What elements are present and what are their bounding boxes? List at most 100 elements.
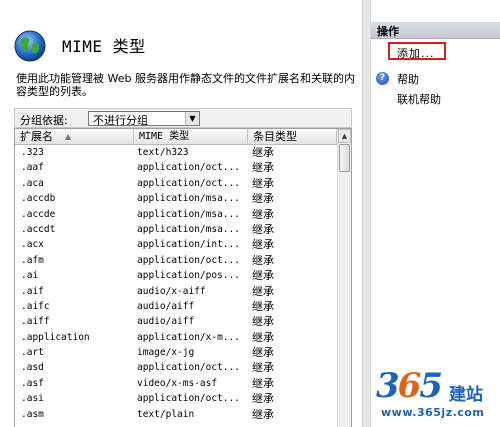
cell-mime-type: application/msa...	[137, 208, 240, 220]
table-row[interactable]: .acx application/int... 继承	[15, 237, 337, 252]
cell-mime-type: image/x-jg	[137, 347, 195, 359]
cell-extension: .asi	[21, 393, 44, 405]
column-header-entry-type[interactable]: 条目类型	[248, 129, 337, 144]
cell-extension: .accdb	[21, 193, 56, 205]
cell-entry-type: 继承	[252, 253, 274, 267]
cell-entry-type: 继承	[252, 407, 274, 421]
table-row[interactable]: .asm text/plain 继承	[15, 407, 337, 422]
actions-pane: 操作 添加... ? 帮助 联机帮助	[371, 0, 500, 427]
online-help-link[interactable]: 联机帮助	[397, 91, 441, 107]
cell-entry-type: 继承	[252, 161, 274, 175]
column-header-extension[interactable]: 扩展名 ▲	[15, 129, 134, 144]
cell-extension: .art	[21, 347, 44, 359]
features-pane: MIME 类型 使用此功能管理被 Web 服务器用作静态文件的文件扩展名和关联的…	[0, 0, 362, 427]
cell-mime-type: application/msa...	[137, 193, 240, 205]
column-header-mime-type[interactable]: MIME 类型	[134, 129, 248, 144]
cell-extension: .accde	[21, 208, 56, 220]
cell-extension: .aifc	[21, 300, 50, 312]
cell-extension: .323	[21, 147, 44, 158]
page-description: 使用此功能管理被 Web 服务器用作静态文件的文件扩展名和关联的内容类型的列表。	[16, 72, 355, 98]
cell-extension: .asm	[21, 408, 44, 420]
table-row[interactable]: .accdt application/msa... 继承	[15, 222, 337, 237]
cell-mime-type: application/x-m...	[137, 331, 240, 343]
cell-extension: .aif	[21, 285, 44, 297]
table-row[interactable]: .aif audio/x-aiff 继承	[15, 284, 337, 299]
cell-extension: .ai	[21, 270, 39, 282]
cell-mime-type: application/int...	[137, 239, 240, 251]
add-action-link[interactable]: 添加...	[388, 42, 446, 60]
cell-extension: .asd	[21, 362, 44, 374]
cell-entry-type: 继承	[252, 330, 274, 344]
cell-extension: .afm	[21, 254, 44, 266]
cell-mime-type: text/plain	[137, 408, 195, 420]
chevron-down-icon[interactable]: ▼	[185, 112, 199, 125]
table-row[interactable]: .aca application/oct... 继承	[15, 176, 337, 191]
vertical-scrollbar[interactable]: ▲	[337, 129, 351, 427]
cell-mime-type: application/oct...	[137, 254, 240, 266]
actions-header: 操作	[371, 22, 500, 39]
table-row[interactable]: .aifc audio/aiff 继承	[15, 299, 337, 314]
scrollbar-thumb[interactable]	[339, 144, 350, 172]
table-row[interactable]: .asf video/x-ms-asf 继承	[15, 376, 337, 391]
group-by-bar: 分组依据: 不进行分组 ▼	[14, 108, 352, 128]
cell-entry-type: 继承	[252, 284, 274, 298]
cell-mime-type: application/oct...	[137, 362, 240, 374]
cell-mime-type: application/oct...	[137, 162, 240, 174]
group-by-dropdown[interactable]: 不进行分组 ▼	[88, 111, 200, 127]
cell-extension: .asf	[21, 377, 44, 389]
table-body: .323 text/h323 继承 .aaf application/oct... 继承.…	[15, 145, 337, 422]
cell-entry-type: 继承	[252, 192, 274, 206]
table-row[interactable]: .323 text/h323 继承	[15, 145, 337, 160]
watermark-url: www.365jz.com	[381, 406, 485, 419]
group-by-value: 不进行分组	[93, 114, 148, 127]
globe-icon	[14, 30, 46, 62]
table-header: 扩展名 ▲ MIME 类型 条目类型	[15, 129, 337, 145]
cell-entry-type: 继承	[252, 238, 274, 252]
watermark-logo: 365 建站 www.365jz.com	[371, 366, 500, 427]
table-row[interactable]: .art image/x-jg 继承	[15, 345, 337, 360]
cell-entry-type: 继承	[252, 361, 274, 375]
table-row[interactable]: .aiff audio/aiff 继承	[15, 314, 337, 329]
help-icon[interactable]: ?	[376, 72, 389, 85]
scroll-up-icon[interactable]: ▲	[338, 129, 351, 143]
cell-entry-type: 继承	[252, 222, 274, 236]
group-by-label: 分组依据:	[20, 114, 68, 127]
cell-mime-type: application/oct...	[137, 393, 240, 405]
mime-types-table: 扩展名 ▲ MIME 类型 条目类型 .323 text/h323 继承 .aaf ap…	[14, 128, 352, 427]
cell-mime-type: text/h323	[137, 147, 189, 158]
table-row[interactable]: .application application/x-m... 继承	[15, 330, 337, 345]
sort-ascending-icon: ▲	[65, 132, 72, 141]
cell-extension: .aaf	[21, 162, 44, 174]
pane-splitter[interactable]	[362, 0, 371, 427]
cell-extension: .aiff	[21, 316, 50, 328]
cell-extension: .accdt	[21, 223, 56, 235]
table-row[interactable]: .ai application/pos... 继承	[15, 268, 337, 283]
cell-extension: .acx	[21, 239, 44, 251]
table-row[interactable]: .afm application/oct... 继承	[15, 253, 337, 268]
cell-entry-type: 继承	[252, 376, 274, 390]
cell-mime-type: audio/x-aiff	[137, 285, 206, 297]
watermark-number: 365	[376, 366, 443, 406]
cell-entry-type: 继承	[252, 346, 274, 360]
table-row[interactable]: .asd application/oct... 继承	[15, 360, 337, 375]
cell-mime-type: application/pos...	[137, 270, 240, 282]
help-link[interactable]: 帮助	[397, 71, 419, 87]
cell-entry-type: 继承	[252, 392, 274, 406]
table-row[interactable]: .accde application/msa... 继承	[15, 207, 337, 222]
page-title: MIME 类型	[62, 37, 146, 56]
cell-entry-type: 继承	[252, 146, 274, 159]
cell-entry-type: 继承	[252, 299, 274, 313]
cell-extension: .application	[21, 331, 90, 343]
cell-mime-type: application/msa...	[137, 223, 240, 235]
table-row[interactable]: .accdb application/msa... 继承	[15, 191, 337, 206]
cell-extension: .aca	[21, 177, 44, 189]
cell-mime-type: application/oct...	[137, 177, 240, 189]
table-row[interactable]: .asi application/oct... 继承	[15, 391, 337, 406]
watermark-text: 建站	[449, 385, 483, 405]
table-row[interactable]: .aaf application/oct... 继承	[15, 160, 337, 175]
cell-entry-type: 继承	[252, 176, 274, 190]
cell-mime-type: video/x-ms-asf	[137, 377, 218, 389]
cell-mime-type: audio/aiff	[137, 300, 195, 312]
cell-entry-type: 继承	[252, 207, 274, 221]
cell-mime-type: audio/aiff	[137, 316, 195, 328]
